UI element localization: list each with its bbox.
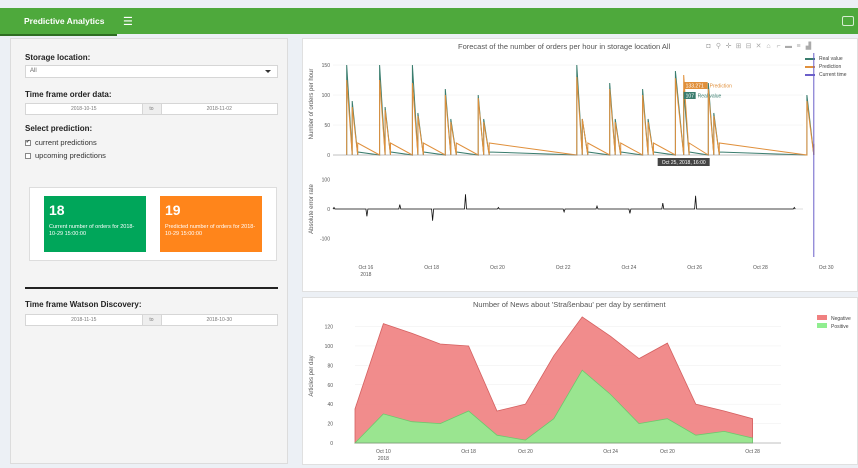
forecast-chart[interactable]: 0 50 100 150 Number of orders per hour 133.27…: [303, 39, 858, 293]
upcoming-predictions-checkbox[interactable]: [25, 152, 31, 159]
select-prediction-label: Select prediction:: [25, 124, 93, 133]
y-tick-label: 40: [327, 402, 333, 408]
predicted-orders-text: Predicted number of orders for 2018-10-2…: [165, 224, 256, 237]
y-tick-label: 150: [322, 63, 331, 69]
y-axis-label: Absolute error rate: [309, 183, 315, 233]
y-tick-label: 50: [324, 123, 330, 129]
x-tick-label: Oct 18: [424, 265, 439, 271]
prediction-tooltip-label: Prediction: [710, 84, 732, 90]
watson-date-sep: to: [141, 315, 162, 325]
x-tick-label: Oct 28: [745, 449, 760, 455]
sidebar: Storage location: All Time frame order d…: [10, 38, 288, 464]
storage-location-label: Storage location:: [25, 53, 91, 62]
upcoming-predictions-option[interactable]: upcoming predictions: [25, 151, 106, 160]
x-tick-label: Oct 18: [461, 449, 476, 455]
watson-daterange: 2018-11-15 to 2018-10-30: [25, 314, 278, 326]
watson-date-to[interactable]: 2018-10-30: [162, 315, 278, 325]
section-divider: [25, 287, 278, 289]
chevron-down-icon: [265, 70, 271, 73]
x-tick-label: Oct 22: [556, 265, 571, 271]
y-tick-label: 100: [325, 344, 334, 350]
y-tick-label: 20: [327, 422, 333, 428]
y-tick-label: 60: [327, 383, 333, 389]
x-tick-label: Oct 16: [359, 265, 374, 271]
top-navbar: Predictive Analytics ☰: [0, 8, 858, 36]
watson-date-from[interactable]: 2018-11-15: [26, 315, 142, 325]
prediction-tooltip-value: 133.271: [686, 84, 704, 90]
news-panel: Number of News about 'Straßenbau' per da…: [302, 297, 858, 465]
x-tick-label: 2018: [360, 272, 371, 278]
order-timeframe-label: Time frame order data:: [25, 90, 112, 99]
order-daterange: 2018-10-15 to 2018-11-02: [25, 103, 278, 115]
stats-panel: 18 Current number of orders for 2018-10-…: [29, 187, 277, 261]
predicted-orders-value: 19: [165, 202, 181, 218]
x-tick-label: 2018: [378, 456, 389, 462]
news-chart[interactable]: 0 20 40 60 80 100 120 Articles per day Oct 10201…: [303, 298, 858, 466]
hamburger-icon[interactable]: ☰: [123, 15, 133, 28]
brand-title[interactable]: Predictive Analytics: [0, 8, 117, 34]
hover-date-text: Oct 25, 2018, 16:00: [662, 160, 706, 166]
x-tick-label: Oct 24: [603, 449, 618, 455]
x-tick-label: Oct 26: [687, 265, 702, 271]
current-predictions-checkbox[interactable]: ✔: [25, 139, 31, 146]
real-value-tooltip-value: 107: [686, 94, 695, 100]
predicted-orders-box: 19 Predicted number of orders for 2018-1…: [160, 196, 262, 252]
x-tick-label: Oct 10: [376, 449, 391, 455]
storage-location-value: All: [30, 68, 37, 74]
y-tick-label: 100: [322, 178, 331, 184]
current-orders-box: 18 Current number of orders for 2018-10-…: [44, 196, 146, 252]
forecast-panel: Forecast of the number of orders per hou…: [302, 38, 858, 292]
order-date-from[interactable]: 2018-10-15: [26, 104, 142, 114]
y-tick-label: 80: [327, 363, 333, 369]
y-tick-label: 0: [327, 153, 330, 159]
x-tick-label: Oct 20: [490, 265, 505, 271]
x-tick-label: Oct 30: [819, 265, 834, 271]
app-root: { "header": { "title": "Predictive Analy…: [0, 0, 858, 468]
active-tab-underline: [0, 34, 117, 36]
current-orders-value: 18: [49, 202, 65, 218]
upcoming-predictions-label: upcoming predictions: [35, 151, 106, 160]
x-tick-label: Oct 20: [518, 449, 533, 455]
y-tick-label: -100: [320, 236, 330, 242]
hover-date-label: Oct 25, 2018, 16:00: [657, 158, 710, 166]
y-tick-label: 100: [322, 93, 331, 99]
current-predictions-option[interactable]: ✔ current predictions: [25, 138, 97, 147]
order-date-to[interactable]: 2018-11-02: [162, 104, 278, 114]
current-orders-text: Current number of orders for 2018-10-29 …: [49, 224, 135, 237]
x-tick-label: Oct 20: [660, 449, 675, 455]
user-icon[interactable]: [842, 16, 854, 26]
y-axis-label: Number of orders per hour: [309, 69, 315, 140]
x-tick-label: Oct 24: [622, 265, 637, 271]
real-value-tooltip: 107 Real value: [683, 92, 722, 100]
watson-timeframe-label: Time frame Watson Discovery:: [25, 300, 142, 309]
y-axis-label: Articles per day: [309, 355, 315, 396]
order-date-sep: to: [141, 104, 162, 114]
y-tick-label: 120: [325, 325, 334, 331]
y-tick-label: 0: [327, 207, 330, 213]
error-series: [332, 194, 796, 221]
x-tick-label: Oct 28: [753, 265, 768, 271]
current-predictions-label: current predictions: [35, 138, 97, 147]
y-tick-label: 0: [330, 441, 333, 447]
storage-location-select[interactable]: All: [25, 65, 278, 78]
real-value-tooltip-label: Real value: [698, 94, 722, 100]
